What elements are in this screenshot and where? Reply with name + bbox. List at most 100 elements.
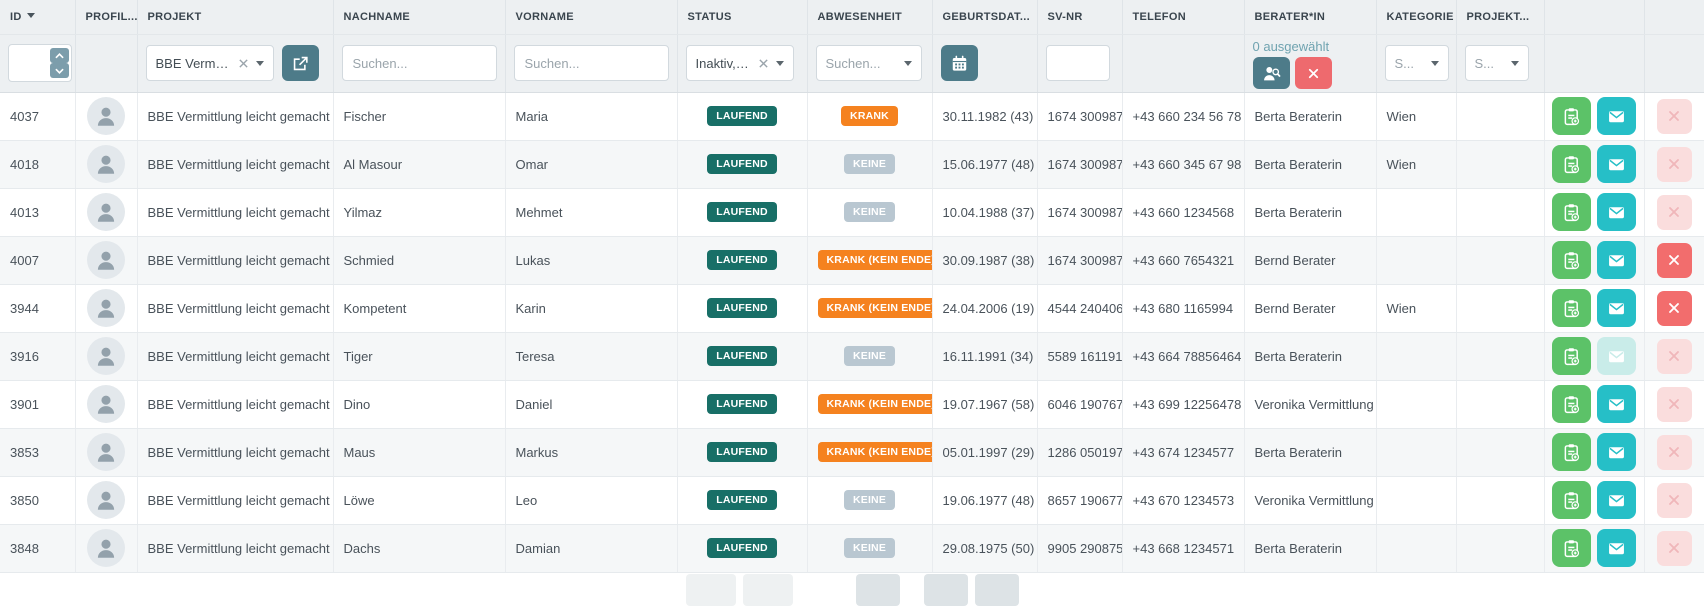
cell-delete [1644,332,1704,380]
filter-cell-actions [1544,34,1644,92]
send-mail-button[interactable] [1597,97,1636,135]
cell-projekt2 [1456,236,1544,284]
delete-button[interactable] [1657,435,1692,470]
add-document-button[interactable] [1552,289,1591,327]
column-header-geburtsdatum[interactable]: GEBURTSDAT... [932,0,1037,34]
delete-button[interactable] [1657,339,1692,374]
delete-button[interactable] [1657,291,1692,326]
profile-avatar[interactable] [87,337,125,375]
kategorie-filter-select[interactable]: S... [1385,45,1449,81]
column-header-abwesenheit[interactable]: ABWESENHEIT [807,0,932,34]
cell-berater: Berta Beraterin [1244,92,1376,140]
profile-avatar[interactable] [87,241,125,279]
profile-avatar[interactable] [87,385,125,423]
add-document-button[interactable] [1552,145,1591,183]
send-mail-button[interactable] [1597,241,1636,279]
status-filter-select[interactable]: Inaktiv,La... [686,45,794,81]
filter-cell-vorname [505,34,677,92]
profile-avatar[interactable] [87,193,125,231]
column-header-svnr[interactable]: SV-NR [1037,0,1122,34]
berater-clear-button[interactable] [1295,57,1332,89]
column-header-status[interactable]: STATUS [677,0,807,34]
delete-button[interactable] [1657,243,1692,278]
column-header-berater[interactable]: BERATER*IN [1244,0,1376,34]
spinner-down-button[interactable] [50,63,69,78]
send-mail-button[interactable] [1597,385,1636,423]
add-document-button[interactable] [1552,433,1591,471]
send-mail-button[interactable] [1597,145,1636,183]
column-header-projekt[interactable]: PROJEKT [137,0,333,34]
delete-button[interactable] [1657,483,1692,518]
delete-button[interactable] [1657,147,1692,182]
berater-search-button[interactable] [1253,57,1290,89]
cell-geburtsdatum: 16.11.1991 (34) [932,332,1037,380]
cell-projekt2 [1456,524,1544,572]
column-header-vorname[interactable]: VORNAME [505,0,677,34]
abwesenheit-filter-select[interactable]: Suchen... [816,45,922,81]
filter-cell-kategorie: S... [1376,34,1456,92]
add-document-button[interactable] [1552,529,1591,567]
abwesenheit-badge: KRANK (KEIN ENDE) [818,394,933,414]
column-header-kategorie[interactable]: KATEGORIE [1376,0,1456,34]
delete-button[interactable] [1657,99,1692,134]
cell-actions [1544,140,1644,188]
add-document-button[interactable] [1552,193,1591,231]
chevron-down-icon [1511,61,1519,66]
projekt-filter-select[interactable]: BBE Vermittlun... [146,45,274,81]
cell-nachname: Al Masour [333,140,505,188]
svnr-filter-input[interactable] [1046,45,1110,81]
profile-avatar[interactable] [87,97,125,135]
first-page-button[interactable] [686,574,736,606]
nachname-search-input[interactable] [342,45,497,81]
send-mail-button[interactable] [1597,529,1636,567]
current-page-input[interactable] [817,574,849,606]
send-mail-button[interactable] [1597,289,1636,327]
cell-vorname: Omar [505,140,677,188]
column-header-nachname[interactable]: NACHNAME [333,0,505,34]
filter-row: BBE Vermittlun... [0,34,1704,92]
page-size-select[interactable] [975,574,1019,606]
cell-id: 4018 [0,140,75,188]
profile-avatar[interactable] [87,481,125,519]
cell-geburtsdatum: 30.09.1987 (38) [932,236,1037,284]
delete-button[interactable] [1657,195,1692,230]
add-document-button[interactable] [1552,337,1591,375]
clipboard-add-icon [1561,394,1582,415]
clear-icon[interactable] [238,58,249,69]
add-document-button[interactable] [1552,97,1591,135]
column-header-profil[interactable]: PROFIL... [75,0,137,34]
abwesenheit-badge: KEINE [844,346,895,366]
table-row: 4037 BBE Vermittlung leicht gemacht Fisc… [0,92,1704,140]
prev-page-button[interactable] [743,574,793,606]
envelope-icon [1606,442,1627,463]
chevron-down-icon [904,61,912,66]
date-filter-button[interactable] [941,45,978,81]
send-mail-button[interactable] [1597,481,1636,519]
add-document-button[interactable] [1552,481,1591,519]
spinner-up-button[interactable] [50,48,69,63]
send-mail-button[interactable] [1597,337,1636,375]
cell-abwesenheit: KEINE [807,140,932,188]
send-mail-button[interactable] [1597,433,1636,471]
projekt2-filter-select[interactable]: S... [1465,45,1529,81]
open-project-button[interactable] [282,45,319,81]
add-document-button[interactable] [1552,241,1591,279]
send-mail-button[interactable] [1597,193,1636,231]
profile-avatar[interactable] [87,289,125,327]
profile-avatar[interactable] [87,145,125,183]
clear-icon[interactable] [758,58,769,69]
profile-avatar[interactable] [87,433,125,471]
cell-projekt: BBE Vermittlung leicht gemacht [137,188,333,236]
column-header-id[interactable]: ID [0,0,75,34]
column-header-projekt2[interactable]: PROJEKT... [1456,0,1544,34]
filter-cell-abwesenheit: Suchen... [807,34,932,92]
last-page-button[interactable] [924,574,968,606]
add-document-button[interactable] [1552,385,1591,423]
profile-avatar[interactable] [87,529,125,567]
next-page-button[interactable] [856,574,900,606]
filter-cell-telefon [1122,34,1244,92]
vorname-search-input[interactable] [514,45,669,81]
delete-button[interactable] [1657,531,1692,566]
delete-button[interactable] [1657,387,1692,422]
column-header-telefon[interactable]: TELEFON [1122,0,1244,34]
